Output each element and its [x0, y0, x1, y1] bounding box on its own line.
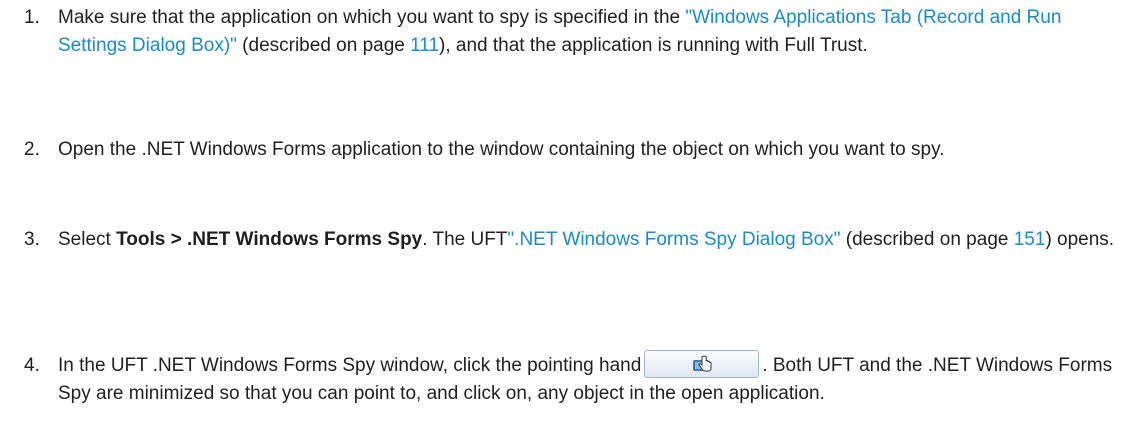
step-text-part: (described on page [236, 35, 411, 56]
step-text-part: Make sure that the application on which … [58, 7, 686, 28]
step-text: Select Tools > .NET Windows Forms Spy. T… [58, 226, 1123, 254]
step-number: 1. [24, 7, 40, 28]
page-111-link[interactable]: 111 [410, 35, 439, 56]
page-151-link[interactable]: 151 [1014, 229, 1046, 250]
step-text-part: (described on page [840, 229, 1014, 250]
pointing-hand-icon [693, 355, 712, 372]
step-text-part: Select [58, 229, 117, 250]
step-text: Open the .NET Windows Forms application … [58, 139, 945, 160]
procedure-steps: 1. Make sure that the application on whi… [0, 0, 1127, 448]
step-number: 4. [24, 355, 40, 376]
step-number: 3. [24, 229, 40, 250]
step-text: Make sure that the application on which … [58, 4, 1123, 60]
step-text-part: ), and that the application is running w… [439, 35, 868, 56]
step-text: In the UFT .NET Windows Forms Spy window… [58, 349, 1123, 408]
step-text-part: In the UFT .NET Windows Forms Spy window… [58, 355, 642, 376]
step-text-part: ) opens. [1045, 229, 1115, 250]
net-windows-forms-spy-dialog-link[interactable]: ".NET Windows Forms Spy Dialog Box" [507, 229, 840, 250]
step-number: 2. [24, 139, 40, 160]
pointing-hand-button [644, 349, 760, 378]
step-text-part: . The UFT [422, 229, 508, 250]
menu-path: Tools > .NET Windows Forms Spy [116, 229, 423, 250]
